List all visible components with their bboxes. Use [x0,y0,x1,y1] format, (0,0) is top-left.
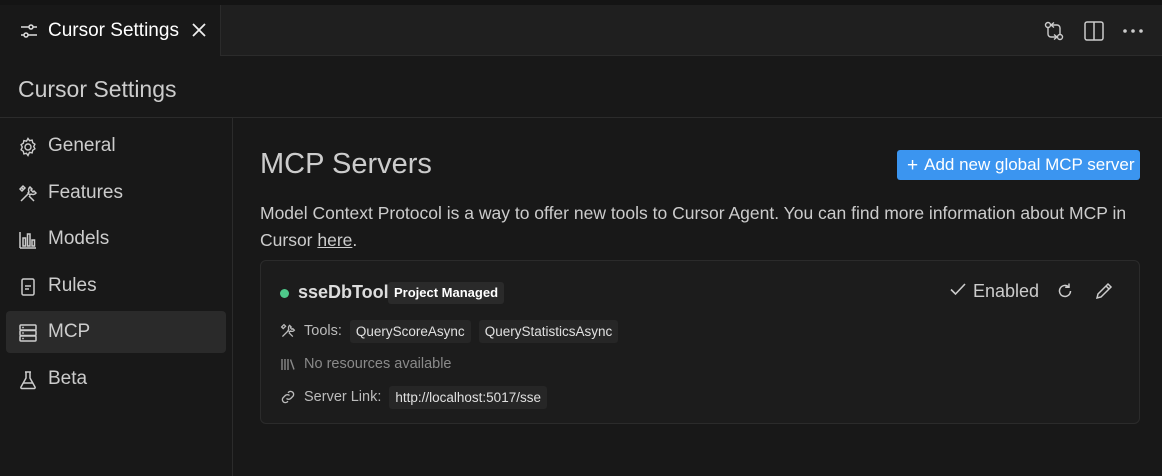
sidebar-item-label: General [48,135,116,156]
page-title: Cursor Settings [18,76,177,102]
page-header: Cursor Settings [0,56,1162,118]
sidebar-item-models[interactable]: Models [6,218,226,260]
check-icon [949,281,967,302]
tab-label: Cursor Settings [48,20,179,41]
plus-icon: + [907,154,919,176]
compare-changes-icon[interactable] [1043,20,1065,42]
server-link-value[interactable]: http://localhost:5017/sse [389,385,547,409]
enabled-label: Enabled [973,281,1040,301]
sidebar-item-mcp[interactable]: MCP [6,311,226,353]
description-end: . [352,230,358,250]
sidebar-item-rules[interactable]: Rules [6,265,226,307]
split-editor-icon[interactable] [1083,20,1105,42]
tab-bar: Cursor Settings [0,0,1162,56]
sidebar-item-label: Beta [48,368,88,389]
library-icon [280,356,296,372]
here-link[interactable]: here [317,230,352,250]
sidebar-item-label: Rules [48,275,97,296]
tab-cursor-settings[interactable]: Cursor Settings [0,5,221,56]
server-icon [18,323,38,343]
gear-icon [18,137,38,157]
status-dot [280,289,289,298]
project-managed-badge: Project Managed [388,282,505,304]
enabled-toggle[interactable]: Enabled [949,281,1039,302]
sidebar-item-label: MCP [48,321,91,342]
tools-row: Tools: QueryScoreAsync QueryStatisticsAs… [280,319,619,343]
resources-row: No resources available [280,352,452,376]
sidebar-item-label: Models [48,228,110,249]
section-title: MCP Servers [260,148,432,180]
mcp-server-card: sseDbTool Project Managed Enabled Tools:… [260,260,1140,424]
sidebar-item-beta[interactable]: Beta [6,358,226,400]
tools-icon [280,323,296,339]
sidebar-item-label: Features [48,182,123,203]
refresh-icon[interactable] [1055,281,1075,301]
settings-sliders-icon [20,23,38,39]
sidebar: General Features Models Rules MCP Beta [0,118,233,476]
resources-text: No resources available [304,356,452,372]
bar-chart-icon [18,230,38,250]
document-icon [18,277,38,297]
server-link-label: Server Link: [304,389,382,405]
server-name: sseDbTool [298,282,389,302]
more-actions-icon[interactable] [1122,20,1144,42]
tool-chip: QueryStatisticsAsync [478,319,619,343]
tools-icon [18,184,38,204]
sidebar-item-general[interactable]: General [6,125,226,167]
flask-icon [18,370,38,390]
tool-chip: QueryScoreAsync [349,319,471,343]
add-global-mcp-server-button[interactable]: + Add new global MCP server [897,150,1140,180]
tools-label: Tools: [304,323,342,339]
description-text: Model Context Protocol is a way to offer… [260,203,1127,250]
server-link-row: Server Link: http://localhost:5017/sse [280,385,547,409]
mcp-description: Model Context Protocol is a way to offer… [260,200,1150,254]
add-button-label: Add new global MCP server [924,155,1135,174]
link-icon [280,389,296,405]
close-icon[interactable] [190,21,208,39]
sidebar-item-features[interactable]: Features [6,172,226,214]
edit-pencil-icon[interactable] [1094,281,1114,301]
